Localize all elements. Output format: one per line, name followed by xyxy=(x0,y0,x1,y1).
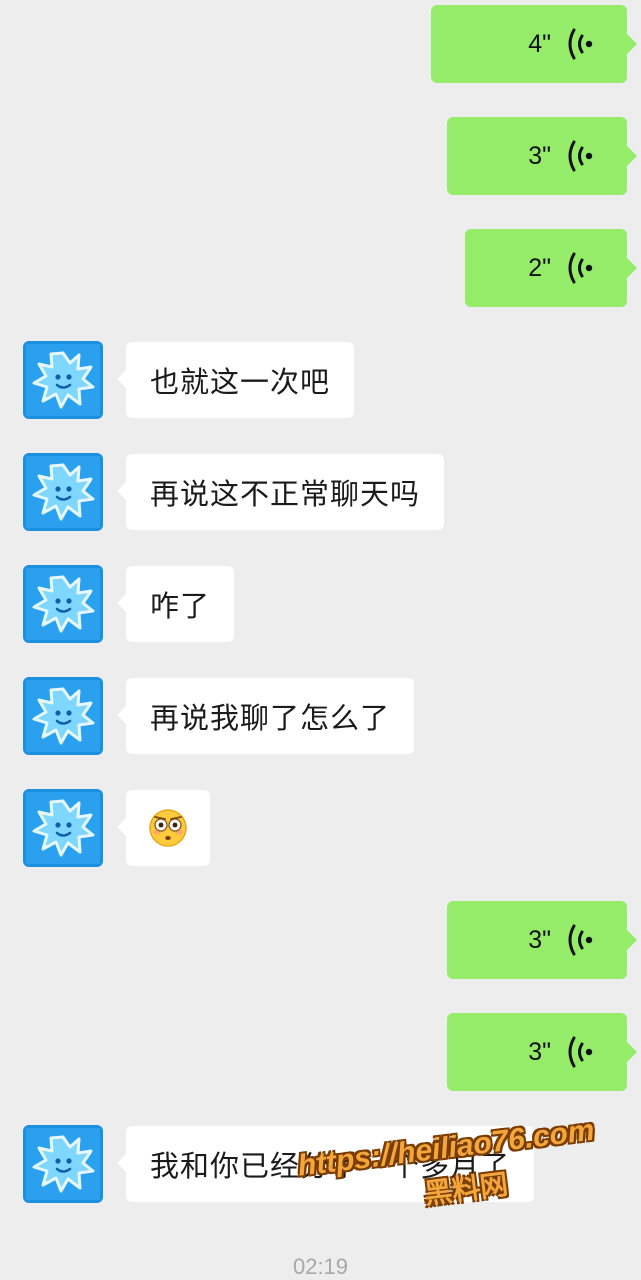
text-message-bubble[interactable]: 也就这一次吧 xyxy=(116,342,355,418)
voice-wave-icon xyxy=(565,1035,597,1069)
voice-wave-icon xyxy=(565,923,597,957)
text-message-bubble[interactable]: 再说我聊了怎么了 xyxy=(116,678,415,754)
chat-message-list[interactable]: 4" 3" 2" 也就这一次吧 再说这不正常聊天吗 咋了 再说我聊了怎么了 3"… xyxy=(0,0,641,1280)
voice-message-bubble[interactable]: 3" xyxy=(447,117,637,195)
voice-message-bubble[interactable]: 3" xyxy=(447,1013,637,1091)
contact-avatar[interactable] xyxy=(23,341,103,419)
voice-wave-icon xyxy=(565,251,597,285)
incoming-message: 再说这不正常聊天吗 xyxy=(0,453,641,533)
text-message-bubble[interactable]: 咋了 xyxy=(116,566,235,642)
voice-duration: 4" xyxy=(528,30,551,58)
contact-avatar[interactable] xyxy=(23,453,103,531)
voice-duration: 3" xyxy=(528,142,551,170)
voice-duration: 3" xyxy=(528,1038,551,1066)
message-timestamp: 02:19 xyxy=(292,1254,349,1279)
voice-wave-icon xyxy=(565,27,597,61)
voice-message-bubble[interactable]: 4" xyxy=(431,5,637,83)
contact-avatar[interactable] xyxy=(23,565,103,643)
incoming-message xyxy=(0,789,641,869)
voice-message-bubble[interactable]: 2" xyxy=(465,229,637,307)
voice-wave-icon xyxy=(565,139,597,173)
watermark-name: 黑料网 xyxy=(422,1167,510,1211)
contact-avatar[interactable] xyxy=(23,1125,103,1203)
voice-message-bubble[interactable]: 3" xyxy=(447,901,637,979)
flushed-face-emoji xyxy=(149,809,187,847)
emoji-message-bubble[interactable] xyxy=(117,790,210,866)
incoming-message: 再说我聊了怎么了 xyxy=(0,677,641,757)
text-message-bubble[interactable]: 再说这不正常聊天吗 xyxy=(116,454,445,530)
contact-avatar[interactable] xyxy=(23,677,103,755)
voice-duration: 2" xyxy=(528,254,551,282)
incoming-message: 咋了 xyxy=(0,565,641,645)
incoming-message: 也就这一次吧 xyxy=(0,341,641,421)
contact-avatar[interactable] xyxy=(23,789,103,867)
voice-duration: 3" xyxy=(528,926,551,954)
